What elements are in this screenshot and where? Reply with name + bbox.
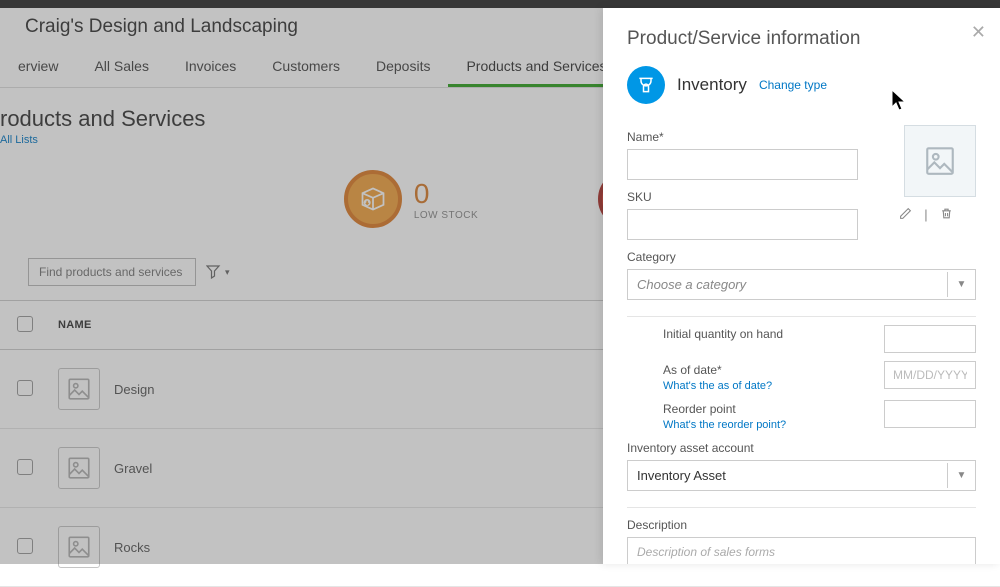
type-name: Inventory [677, 75, 747, 95]
as-of-date-help-link[interactable]: What's the as of date? [663, 380, 772, 392]
chevron-down-icon: ▼ [947, 272, 975, 297]
reorder-point-help-link[interactable]: What's the reorder point? [663, 419, 786, 431]
category-label: Category [627, 250, 976, 264]
close-icon[interactable]: ✕ [971, 22, 986, 43]
description-textarea[interactable]: Description of sales forms [627, 537, 976, 564]
action-divider: | [924, 207, 927, 223]
mouse-cursor [890, 88, 910, 118]
image-placeholder[interactable] [904, 125, 976, 197]
edit-image-icon[interactable] [899, 207, 912, 223]
name-label: Name* [627, 130, 858, 144]
category-select[interactable]: Choose a category ▼ [627, 269, 976, 300]
description-label: Description [627, 518, 976, 532]
asset-account-select[interactable]: Inventory Asset ▼ [627, 460, 976, 491]
name-input[interactable] [627, 149, 858, 180]
product-service-panel: ✕ Product/Service information Inventory … [603, 8, 1000, 564]
reorder-point-input[interactable] [884, 400, 976, 428]
as-of-date-label: As of date* [663, 363, 722, 377]
sku-input[interactable] [627, 209, 858, 240]
chevron-down-icon: ▼ [947, 463, 975, 488]
asset-account-label: Inventory asset account [627, 441, 976, 455]
sku-label: SKU [627, 190, 858, 204]
as-of-date-input[interactable] [884, 361, 976, 389]
change-type-link[interactable]: Change type [759, 78, 827, 92]
inventory-type-icon [627, 66, 665, 104]
initial-qty-input[interactable] [884, 325, 976, 353]
reorder-point-label: Reorder point [663, 402, 736, 416]
delete-image-icon[interactable] [940, 207, 953, 223]
panel-title: Product/Service information [627, 28, 976, 50]
initial-qty-label: Initial quantity on hand [663, 327, 783, 341]
